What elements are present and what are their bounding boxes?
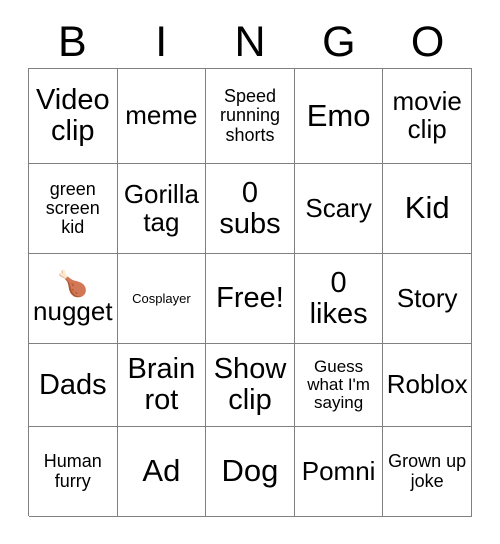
bingo-cell[interactable]: Gorilla tag	[117, 164, 207, 254]
bingo-cell[interactable]: Pomni	[294, 427, 384, 517]
bingo-cell-label: Pomni	[301, 455, 376, 486]
bingo-cell[interactable]: Brain rot	[117, 344, 207, 427]
poultry-leg-icon: 🍗	[57, 269, 89, 298]
bingo-cell-label: meme	[125, 100, 198, 131]
bingo-cell-label: movie clip	[392, 86, 462, 144]
bingo-card: B I N G O Video clip meme Speed running shorts…	[0, 0, 500, 544]
bingo-cell[interactable]: 0 likes	[294, 254, 384, 344]
bingo-cell-label: Ad	[142, 453, 181, 489]
bingo-cell-label: Scary	[305, 192, 372, 223]
bingo-cell[interactable]: 🍗 nugget	[29, 254, 118, 344]
bingo-header-letter-g: G	[322, 17, 356, 66]
bingo-cell-label: 0 likes	[309, 266, 368, 330]
bingo-cell-label: Emo	[306, 97, 371, 133]
bingo-cell-label: Dads	[38, 368, 107, 401]
bingo-cell-label: Human furry	[43, 451, 102, 491]
bingo-cell[interactable]: Guess what I'm saying	[294, 344, 384, 427]
bingo-cell[interactable]: Speed running shorts	[206, 69, 295, 164]
bingo-cell-label: green screen kid	[45, 178, 100, 238]
bingo-header-letter-o: O	[410, 17, 445, 66]
bingo-cell-label: Free!	[216, 282, 284, 315]
bingo-cell-label: Brain rot	[127, 353, 196, 416]
bingo-cell[interactable]: Human furry	[29, 427, 118, 517]
bingo-cell-label: 0 subs	[219, 176, 281, 240]
bingo-cell-label: Kid	[404, 190, 450, 226]
bingo-cell-label: Roblox	[386, 369, 468, 400]
bingo-cell[interactable]: movie clip	[383, 69, 472, 164]
bingo-cell-label: Dog	[221, 453, 279, 489]
bingo-cell[interactable]: Kid	[383, 164, 472, 254]
bingo-cell[interactable]: Grown up joke	[383, 427, 472, 517]
bingo-cell-label: Video clip	[35, 84, 110, 147]
bingo-cell[interactable]: Video clip	[29, 69, 118, 164]
bingo-cell-label: Story	[396, 282, 458, 313]
bingo-cell[interactable]: Show clip	[206, 344, 295, 427]
bingo-cell[interactable]: Roblox	[383, 344, 472, 427]
bingo-cell[interactable]: meme	[117, 69, 207, 164]
bingo-header-letter-n: N	[234, 17, 266, 66]
bingo-header-letter-i: I	[155, 17, 168, 66]
bingo-cell-label: Guess what I'm saying	[307, 356, 370, 412]
bingo-cell-label: Cosplayer	[132, 290, 191, 306]
bingo-cell[interactable]: Emo	[294, 69, 384, 164]
bingo-cell[interactable]: Dads	[29, 344, 118, 427]
bingo-cell[interactable]: Cosplayer	[117, 254, 207, 344]
bingo-cell-free[interactable]: Free!	[206, 254, 295, 344]
bingo-cell[interactable]: 0 subs	[206, 164, 295, 254]
bingo-header: BINGO	[28, 16, 472, 68]
bingo-cell-label: Show clip	[213, 353, 287, 416]
bingo-cell[interactable]: Dog	[206, 427, 295, 517]
bingo-header-letter-b: B	[58, 17, 87, 66]
bingo-cell[interactable]: green screen kid	[29, 164, 118, 254]
bingo-cell-label: Speed running shorts	[219, 86, 281, 145]
bingo-cell-label: nugget	[33, 295, 113, 326]
bingo-cell[interactable]: Ad	[117, 427, 207, 517]
bingo-grid: Video clip meme Speed running shorts Emo mov…	[28, 68, 472, 517]
bingo-cell[interactable]: Scary	[294, 164, 384, 254]
bingo-cell-label: Grown up joke	[388, 451, 467, 491]
bingo-cell[interactable]: Story	[383, 254, 472, 344]
bingo-cell-label: Gorilla tag	[123, 178, 199, 237]
